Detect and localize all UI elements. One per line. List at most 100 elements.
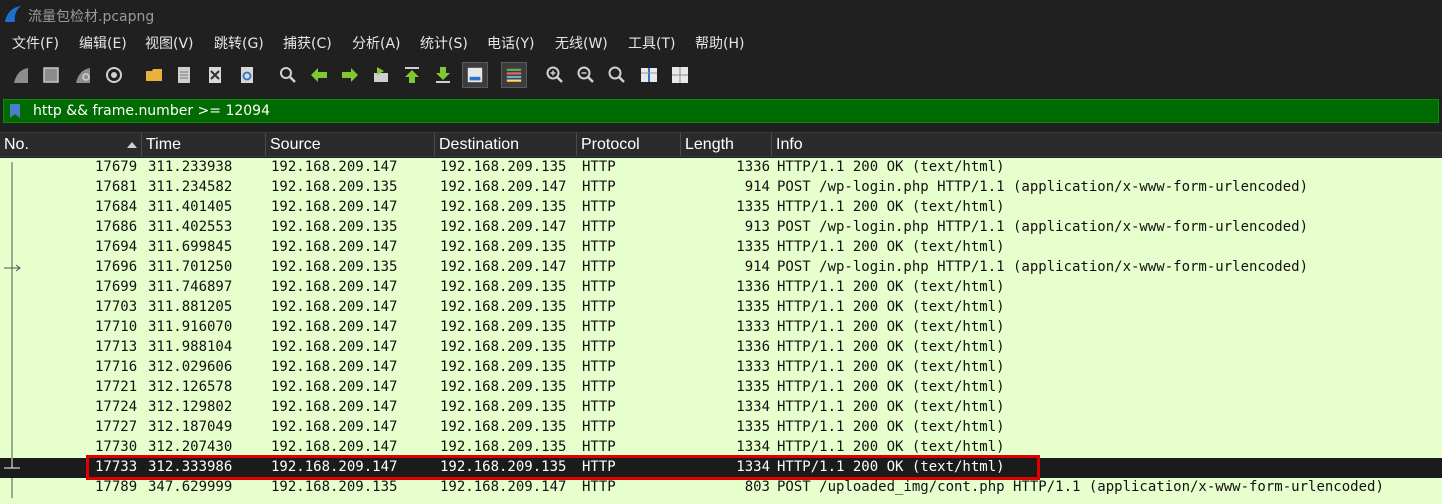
zoom-out-icon[interactable] — [573, 62, 599, 88]
cell-src: 192.168.209.147 — [271, 379, 398, 395]
go-forward-icon[interactable] — [337, 62, 363, 88]
packet-row[interactable]: 17724 312.129802 192.168.209.147 192.168.20… — [0, 398, 1442, 418]
menu-wireless[interactable]: 无线(W) — [555, 33, 608, 53]
menu-go[interactable]: 跳转(G) — [214, 33, 264, 53]
close-file-icon[interactable] — [202, 62, 228, 88]
related-line-icon — [11, 218, 13, 238]
cell-dst: 192.168.209.147 — [440, 259, 567, 275]
sort-ascending-icon — [127, 142, 137, 148]
packet-row[interactable]: 17703 311.881205 192.168.209.147 192.168.20… — [0, 298, 1442, 318]
column-label-protocol: Protocol — [581, 136, 640, 153]
cell-src: 192.168.209.147 — [271, 239, 398, 255]
packet-row[interactable]: 17716 312.029606 192.168.209.147 192.168.20… — [0, 358, 1442, 378]
cell-src: 192.168.209.147 — [271, 439, 398, 455]
cell-dst: 192.168.209.135 — [440, 439, 567, 455]
menu-help[interactable]: 帮助(H) — [695, 33, 744, 53]
cell-src: 192.168.209.147 — [271, 399, 398, 415]
cell-dst: 192.168.209.135 — [440, 199, 567, 215]
cell-time: 312.129802 — [148, 399, 233, 415]
packet-row[interactable]: 17713 311.988104 192.168.209.147 192.168.20… — [0, 338, 1442, 358]
packet-row[interactable]: 17686 311.402553 192.168.209.135 192.168.20… — [0, 218, 1442, 238]
column-label-info: Info — [776, 136, 803, 153]
normal-size-icon[interactable] — [604, 62, 630, 88]
packet-row[interactable]: 17681 311.234582 192.168.209.135 192.168.20… — [0, 178, 1442, 198]
menu-edit[interactable]: 编辑(E) — [79, 33, 127, 53]
go-back-icon[interactable] — [306, 62, 332, 88]
cell-dst: 192.168.209.135 — [440, 339, 567, 355]
packet-row[interactable]: 17710 311.916070 192.168.209.147 192.168.20… — [0, 318, 1442, 338]
zoom-in-icon[interactable] — [542, 62, 568, 88]
cell-dst: 192.168.209.135 — [440, 419, 567, 435]
menu-telephony[interactable]: 电话(Y) — [487, 33, 534, 53]
auto-scroll-icon[interactable] — [462, 62, 488, 88]
column-header-destination[interactable]: Destination — [435, 133, 577, 156]
related-line-icon — [11, 178, 13, 198]
open-file-icon[interactable] — [141, 62, 167, 88]
go-first-icon[interactable] — [399, 62, 425, 88]
cell-len: 1333 — [736, 319, 770, 335]
cell-proto: HTTP — [582, 279, 616, 295]
packet-row[interactable]: 17694 311.699845 192.168.209.147 192.168.20… — [0, 238, 1442, 258]
column-label-length: Length — [685, 136, 734, 153]
column-header-no[interactable]: No. — [0, 133, 142, 156]
reload-file-icon[interactable] — [234, 62, 260, 88]
packet-row[interactable]: 17727 312.187049 192.168.209.147 192.168.20… — [0, 418, 1442, 438]
menu-analyze[interactable]: 分析(A) — [352, 33, 401, 53]
menu-view[interactable]: 视图(V) — [145, 33, 194, 53]
cell-info: HTTP/1.1 200 OK (text/html) — [777, 299, 1005, 315]
cell-src: 192.168.209.147 — [271, 419, 398, 435]
cell-dst: 192.168.209.135 — [440, 319, 567, 335]
cell-proto: HTTP — [582, 359, 616, 375]
cell-info: POST /wp-login.php HTTP/1.1 (application… — [777, 219, 1309, 235]
restart-capture-icon[interactable] — [70, 62, 96, 88]
column-header-length[interactable]: Length — [681, 133, 772, 156]
layout-icon[interactable] — [667, 62, 693, 88]
bookmark-icon[interactable] — [9, 103, 21, 119]
colorize-icon[interactable] — [501, 62, 527, 88]
cell-len: 1335 — [736, 379, 770, 395]
menu-capture[interactable]: 捕获(C) — [283, 33, 332, 53]
cell-len: 914 — [744, 259, 770, 275]
go-last-icon[interactable] — [430, 62, 456, 88]
cell-src: 192.168.209.147 — [271, 319, 398, 335]
related-line-icon — [11, 198, 13, 218]
capture-options-icon[interactable] — [101, 62, 127, 88]
resize-columns-icon[interactable] — [636, 62, 662, 88]
stop-capture-icon[interactable] — [38, 62, 64, 88]
column-header-info[interactable]: Info — [772, 133, 1442, 156]
cell-dst: 192.168.209.135 — [440, 299, 567, 315]
cell-time: 311.401405 — [148, 199, 233, 215]
cell-info: HTTP/1.1 200 OK (text/html) — [777, 419, 1005, 435]
packet-list[interactable]: 17679 311.233938 192.168.209.147 192.168.20… — [0, 158, 1442, 504]
cell-time: 311.881205 — [148, 299, 233, 315]
packet-row[interactable]: 17699 311.746897 192.168.209.147 192.168.20… — [0, 278, 1442, 298]
packet-row[interactable]: 17721 312.126578 192.168.209.147 192.168.20… — [0, 378, 1442, 398]
menu-statistics[interactable]: 统计(S) — [420, 33, 468, 53]
packet-row[interactable]: 17679 311.233938 192.168.209.147 192.168.20… — [0, 158, 1442, 178]
column-header-source[interactable]: Source — [266, 133, 435, 156]
cell-dst: 192.168.209.135 — [440, 239, 567, 255]
cell-len: 1336 — [736, 159, 770, 175]
menu-file[interactable]: 文件(F) — [12, 33, 59, 53]
menu-tools[interactable]: 工具(T) — [628, 33, 675, 53]
packet-row[interactable]: 17696 311.701250 192.168.209.135 192.168.20… — [0, 258, 1442, 278]
save-file-icon[interactable] — [171, 62, 197, 88]
column-header-time[interactable]: Time — [142, 133, 266, 156]
cell-info: HTTP/1.1 200 OK (text/html) — [777, 399, 1005, 415]
cell-dst: 192.168.209.135 — [440, 279, 567, 295]
cell-src: 192.168.209.147 — [271, 159, 398, 175]
cell-src: 192.168.209.147 — [271, 199, 398, 215]
cell-src: 192.168.209.147 — [271, 299, 398, 315]
find-packet-icon[interactable] — [275, 62, 301, 88]
column-header-protocol[interactable]: Protocol — [577, 133, 681, 156]
cell-no: 17716 — [95, 359, 138, 375]
packet-row[interactable]: 17789 347.629999 192.168.209.135 192.168.20… — [0, 478, 1442, 498]
cell-time: 311.988104 — [148, 339, 233, 355]
display-filter-input[interactable]: http && frame.number >= 12094 — [3, 99, 1439, 123]
packet-row[interactable]: 17684 311.401405 192.168.209.147 192.168.20… — [0, 198, 1442, 218]
cell-time: 312.187049 — [148, 419, 233, 435]
start-capture-icon[interactable] — [8, 62, 34, 88]
cell-len: 913 — [744, 219, 770, 235]
window-title: 流量包检材.pcapng — [28, 9, 155, 25]
go-to-packet-icon[interactable] — [368, 62, 394, 88]
